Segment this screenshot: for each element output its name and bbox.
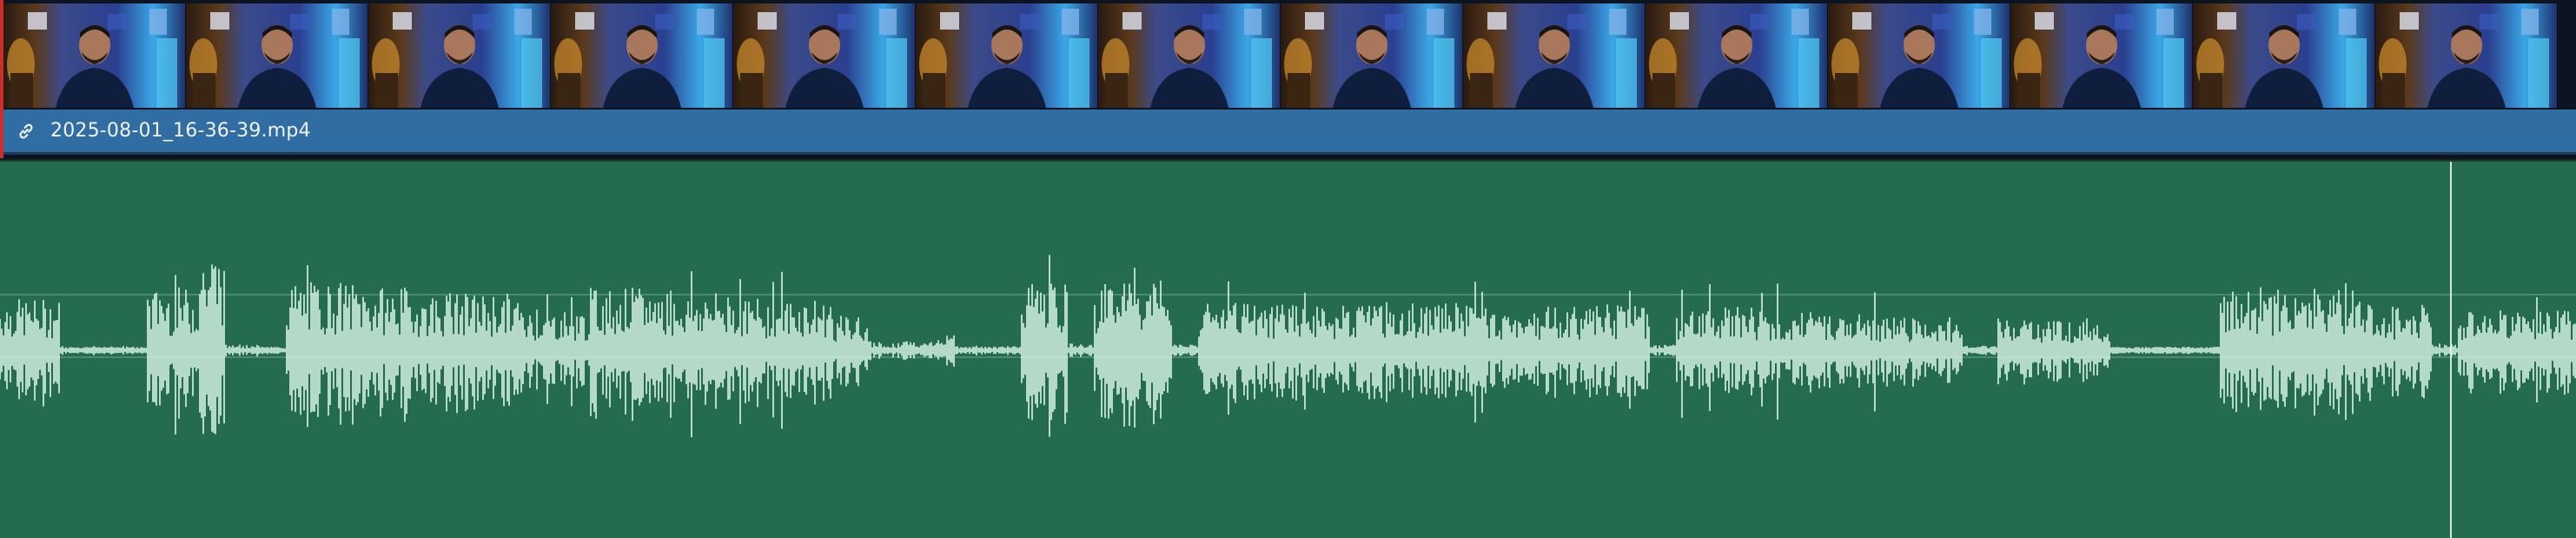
video-thumbnail (1463, 3, 1646, 108)
video-thumbnail (733, 3, 916, 108)
video-thumbnail (2375, 3, 2558, 108)
video-thumbnail (186, 3, 368, 108)
video-thumbnail (2193, 3, 2375, 108)
audio-waveform (0, 255, 2576, 438)
video-thumbnail (1098, 3, 1281, 108)
audio-clip[interactable] (0, 160, 2576, 538)
clip-title-bar[interactable]: 2025-08-01_16-36-39.mp4 (3, 110, 2576, 155)
video-thumbnail (551, 3, 733, 108)
video-thumbnail (1646, 3, 1828, 108)
playhead-line[interactable] (2450, 162, 2452, 538)
video-thumbnail (1828, 3, 2010, 108)
link-icon (14, 119, 38, 143)
video-thumbnail (3, 3, 186, 108)
video-thumbnail (368, 3, 551, 108)
timeline-track-area[interactable]: 2025-08-01_16-36-39.mp4 (0, 0, 2576, 538)
waveform-path (0, 255, 2576, 438)
video-thumbnail (1281, 3, 1463, 108)
video-clip[interactable]: 2025-08-01_16-36-39.mp4 (0, 0, 2576, 158)
video-thumbnail (916, 3, 1098, 108)
clip-filename: 2025-08-01_16-36-39.mp4 (50, 120, 311, 142)
video-thumbnail-strip (3, 3, 2576, 108)
video-thumbnail (2010, 3, 2193, 108)
